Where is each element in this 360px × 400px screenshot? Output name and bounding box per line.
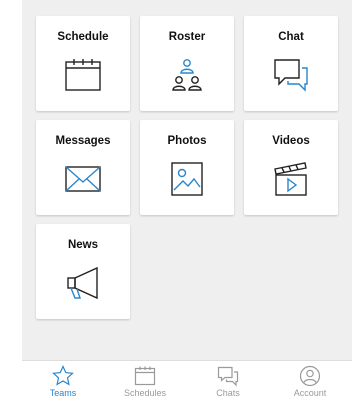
star-icon [52, 365, 74, 386]
tile-label: Roster [168, 31, 206, 43]
calendar-icon [134, 366, 156, 386]
tab-chats[interactable]: Chats [193, 365, 263, 400]
chat-bubbles-icon [271, 56, 311, 94]
video-clapper-icon [271, 160, 311, 198]
tab-teams[interactable]: Teams [28, 365, 98, 400]
account-icon [299, 365, 321, 387]
calendar-icon [63, 56, 103, 94]
tab-label: Account [293, 388, 327, 398]
chat-bubbles-icon [217, 366, 239, 387]
tile-videos[interactable]: Videos [244, 120, 338, 215]
tile-label: Photos [167, 135, 207, 147]
roster-people-icon [167, 56, 207, 94]
tile-label: News [67, 239, 99, 251]
tile-schedule[interactable]: Schedule [36, 16, 130, 111]
tile-news[interactable]: News [36, 224, 130, 319]
tab-label: Schedules [123, 388, 167, 398]
tile-roster[interactable]: Roster [140, 16, 234, 111]
tile-label: Videos [272, 135, 310, 147]
envelope-icon [63, 160, 103, 198]
tab-schedules[interactable]: Schedules [110, 365, 180, 400]
tile-photos[interactable]: Photos [140, 120, 234, 215]
tile-label: Messages [55, 135, 111, 147]
tab-label: Chats [216, 388, 240, 398]
bottom-tab-bar: Teams Schedules Chats Account [22, 360, 352, 400]
megaphone-icon [63, 264, 103, 302]
feature-grid: Schedule Roster Chat Messages Photos Vid… [22, 0, 352, 360]
tab-label: Teams [49, 388, 77, 398]
tile-chat[interactable]: Chat [244, 16, 338, 111]
tile-label: Schedule [57, 31, 109, 43]
photo-icon [167, 160, 207, 198]
tile-messages[interactable]: Messages [36, 120, 130, 215]
tile-label: Chat [278, 31, 304, 43]
tab-account[interactable]: Account [275, 365, 345, 400]
